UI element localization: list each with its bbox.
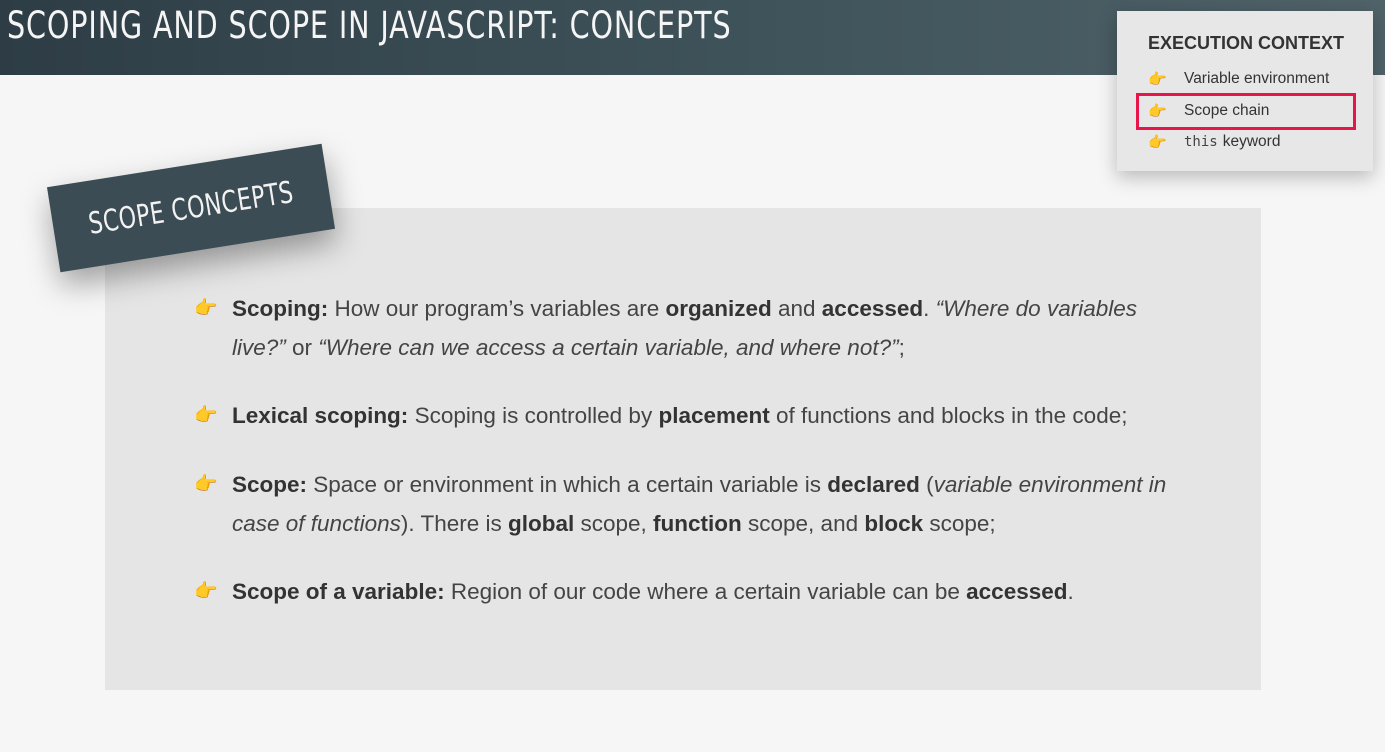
pointing-hand-icon: 👉 bbox=[194, 298, 218, 319]
bullet-scoping: 👉 Scoping: How our program’s variables a… bbox=[194, 289, 1174, 367]
bullet-text: Scope: Space or environment in which a c… bbox=[232, 472, 1167, 536]
execution-context-card: EXECUTION CONTEXT 👉 Variable environment… bbox=[1117, 11, 1373, 171]
slide-title: SCOPING AND SCOPE IN JAVASCRIPT: CONCEPT… bbox=[7, 4, 732, 47]
content-panel bbox=[105, 208, 1261, 690]
bullet-text: Lexical scoping: Scoping is controlled b… bbox=[232, 403, 1128, 428]
context-item-label: keyword bbox=[1222, 133, 1281, 150]
bullet-scope-of-variable: 👉 Scope of a variable: Region of our cod… bbox=[194, 572, 1174, 611]
pointing-hand-icon: 👉 bbox=[194, 405, 218, 426]
context-item-code: this bbox=[1184, 134, 1218, 150]
scope-chain-highlight-box bbox=[1136, 93, 1356, 130]
bullet-lexical-scoping: 👉 Lexical scoping: Scoping is controlled… bbox=[194, 396, 1174, 435]
execution-context-title: EXECUTION CONTEXT bbox=[1148, 33, 1345, 53]
pointing-hand-icon: 👉 bbox=[194, 474, 218, 495]
context-item-variable-environment: 👉 Variable environment bbox=[1148, 68, 1358, 90]
bullet-text: Scope of a variable: Region of our code … bbox=[232, 579, 1074, 604]
pointing-hand-icon: 👉 bbox=[1148, 134, 1167, 151]
pointing-hand-icon: 👉 bbox=[1148, 71, 1167, 88]
bullet-scope: 👉 Scope: Space or environment in which a… bbox=[194, 465, 1174, 543]
context-item-this-keyword: 👉 this keyword bbox=[1148, 131, 1358, 153]
pointing-hand-icon: 👉 bbox=[194, 581, 218, 602]
bullet-text: Scoping: How our program’s variables are… bbox=[232, 296, 1137, 360]
context-item-label: Variable environment bbox=[1184, 70, 1330, 87]
